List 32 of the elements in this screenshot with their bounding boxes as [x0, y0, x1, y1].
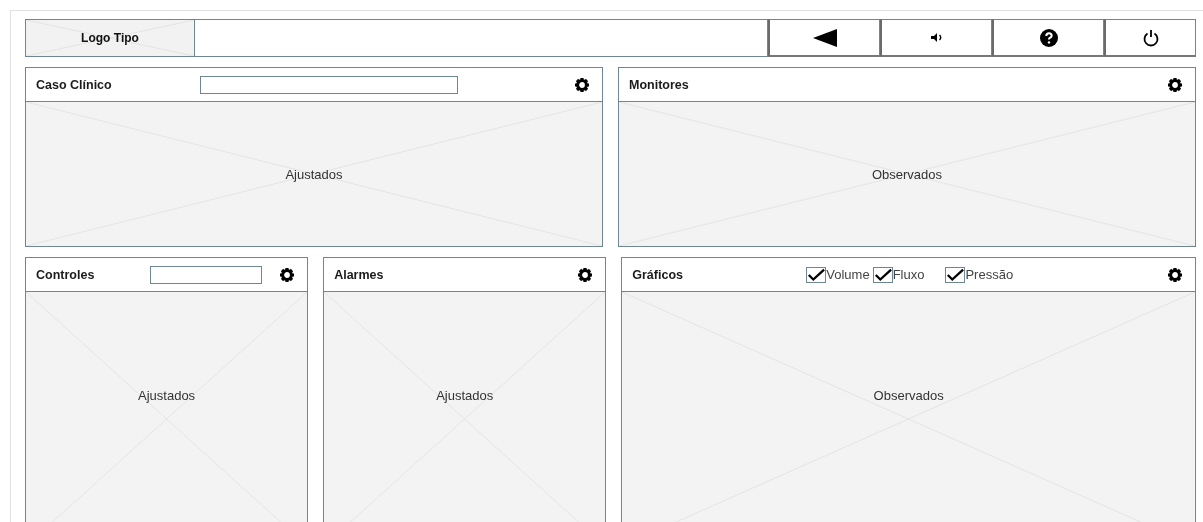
panel-title: Monitores	[629, 77, 690, 92]
back-button[interactable]	[768, 19, 880, 57]
settings-icon[interactable]	[279, 266, 296, 283]
settings-icon[interactable]	[1167, 266, 1183, 283]
power-icon	[1141, 28, 1160, 47]
settings-icon[interactable]	[577, 266, 594, 283]
checkbox-option[interactable]: Fluxo	[872, 266, 925, 283]
sound-button[interactable]	[880, 19, 992, 57]
placeholder-label: Observados	[871, 166, 943, 182]
placeholder-label: Ajustados	[285, 166, 343, 182]
checkbox[interactable]	[806, 266, 827, 283]
settings-icon[interactable]	[574, 76, 590, 93]
checkbox-option[interactable]: Volume	[806, 266, 870, 283]
logo-text: Logo Tipo	[81, 31, 139, 45]
panel-title: Gráficos	[632, 267, 684, 282]
settings-icon[interactable]	[1167, 76, 1183, 93]
placeholder-label: Ajustados	[138, 388, 196, 403]
power-button[interactable]	[1104, 19, 1196, 57]
panel-title: Caso Clínico	[36, 77, 113, 92]
placeholder-label: Observados	[873, 388, 944, 403]
panel-title: Alarmes	[334, 267, 385, 282]
checkbox[interactable]	[945, 266, 966, 283]
text-field[interactable]	[150, 265, 262, 284]
checkbox[interactable]	[872, 266, 893, 283]
speaker-icon	[930, 33, 943, 42]
panel-title: Controles	[36, 267, 96, 282]
placeholder-label: Ajustados	[436, 388, 494, 403]
back-triangle-icon	[812, 28, 837, 47]
help-button[interactable]	[992, 19, 1104, 57]
help-icon	[1039, 28, 1058, 47]
checkbox-option[interactable]: Pressão	[945, 266, 1014, 283]
text-field[interactable]	[200, 75, 458, 94]
